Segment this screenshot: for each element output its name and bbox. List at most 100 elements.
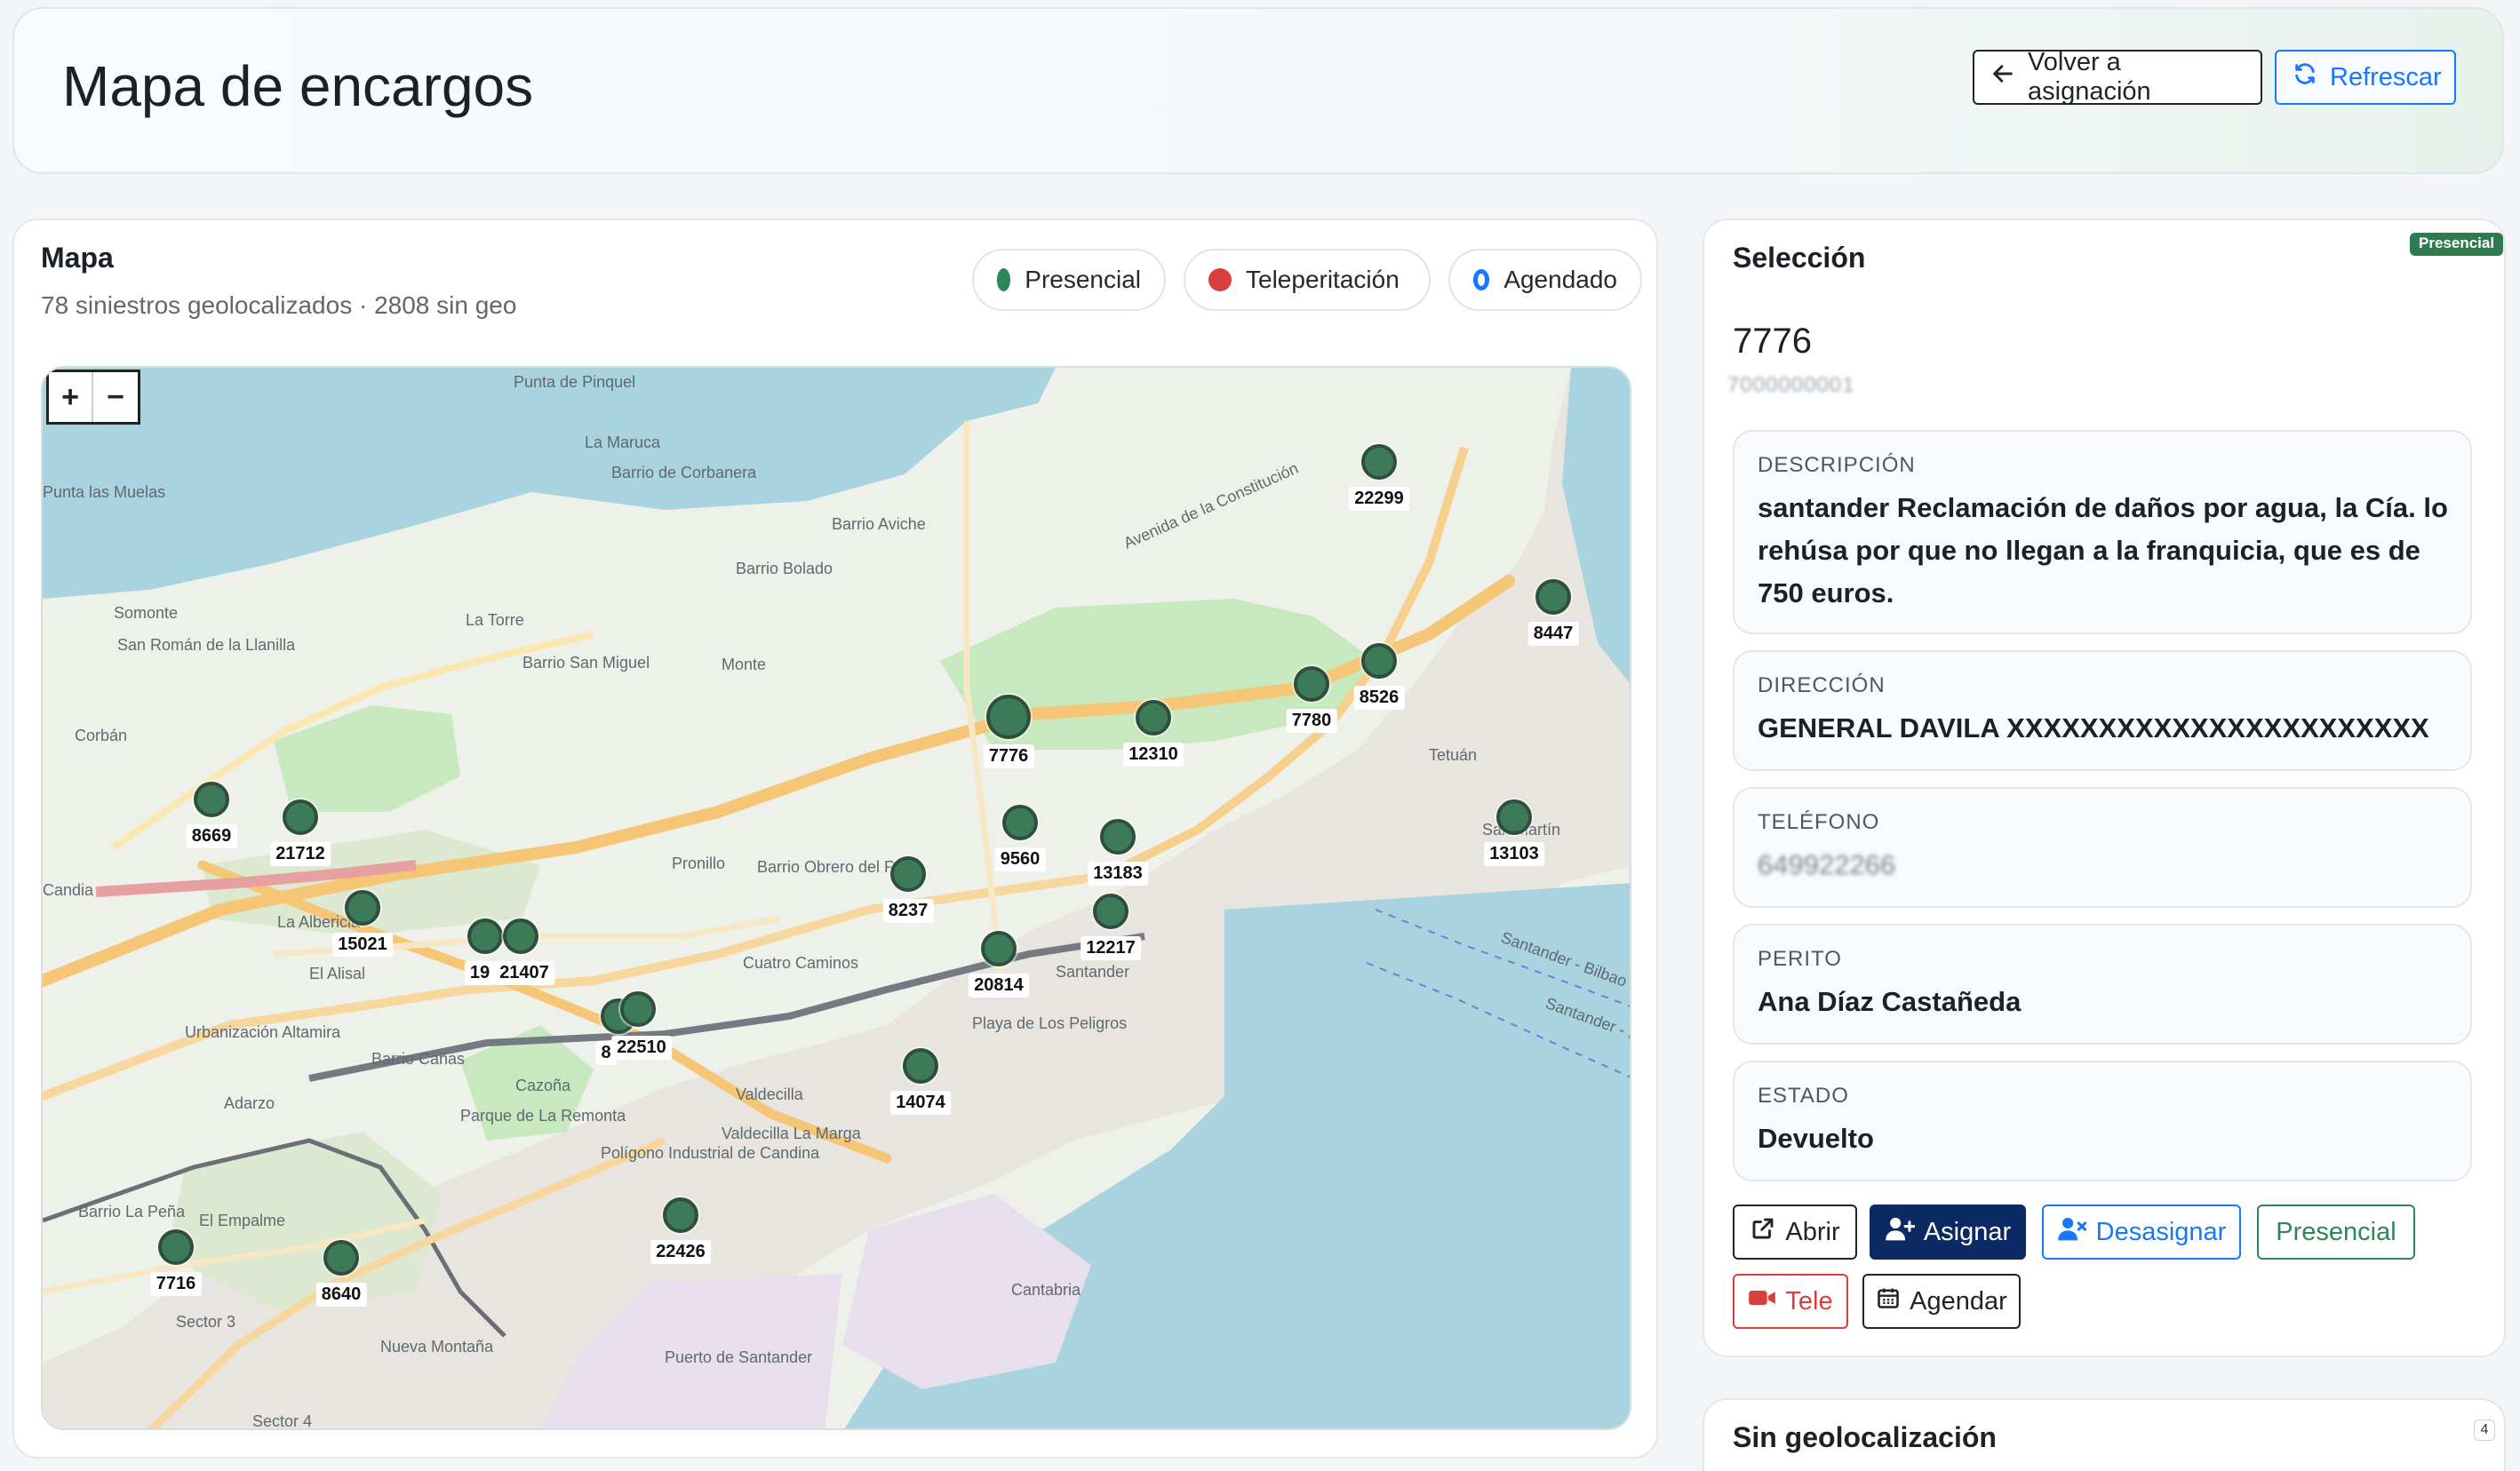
map-view[interactable]: Punta de Pinquel La Maruca Barrio de Cor… <box>41 366 1631 1430</box>
open-button-label: Abrir <box>1785 1217 1840 1246</box>
map-marker-8640[interactable] <box>323 1240 359 1276</box>
map-place-label: Monte <box>722 656 766 673</box>
map-place-label: Somonte <box>114 604 178 622</box>
map-marker-22299[interactable] <box>1361 444 1397 480</box>
unassign-button-label: Desasignar <box>2095 1217 2227 1246</box>
map-marker-22426[interactable] <box>663 1197 698 1233</box>
map-tiles[interactable]: Punta de Pinquel La Maruca Barrio de Cor… <box>43 368 1631 1430</box>
description-label: DESCRIPCIÓN <box>1758 453 1916 477</box>
map-marker-label: 7716 <box>150 1272 202 1296</box>
address-value: GENERAL DAVILA XXXXXXXXXXXXXXXXXXXXXXX <box>1758 712 2429 743</box>
selection-card: Selección Presencial 7776 7000000001 DES… <box>1703 219 2506 1357</box>
presencial-button[interactable]: Presencial <box>2257 1205 2415 1260</box>
no-geolocation-title: Sin geolocalización <box>1733 1421 1997 1453</box>
map-marker-8526[interactable] <box>1361 643 1397 679</box>
legend-agendado: Agendado <box>1448 249 1642 311</box>
schedule-button[interactable]: Agendar <box>1862 1274 2021 1329</box>
map-marker-7716[interactable] <box>158 1229 194 1265</box>
map-place-label: Barrio Bolado <box>736 560 833 577</box>
map-place-label: San Román de la Llanilla <box>117 636 296 654</box>
zoom-in-button[interactable]: + <box>49 372 93 422</box>
tele-button[interactable]: Tele <box>1733 1274 1848 1329</box>
map-marker-20814[interactable] <box>981 931 1017 966</box>
map-marker-label: 13183 <box>1088 862 1148 886</box>
map-marker-15021[interactable] <box>345 890 380 926</box>
map-place-label: Puerto de Santander <box>665 1348 812 1366</box>
map-marker-label: 14074 <box>890 1091 951 1115</box>
zoom-out-button[interactable]: − <box>93 372 138 422</box>
expert-value: Ana Díaz Castañeda <box>1758 986 2022 1017</box>
map-marker-label: 15021 <box>332 933 393 957</box>
map-place-label: Barrio Obrero del Rey <box>757 858 913 876</box>
map-marker-label: 7780 <box>1286 709 1337 733</box>
map-marker-12310[interactable] <box>1136 700 1171 736</box>
map-place-label: Barrio de Corbanera <box>611 464 757 481</box>
map-marker-13103[interactable] <box>1496 799 1532 835</box>
map-marker-8237[interactable] <box>890 856 926 892</box>
map-place-label: La Maruca <box>585 433 661 451</box>
open-button[interactable]: Abrir <box>1733 1205 1857 1260</box>
assign-button[interactable]: Asignar <box>1870 1205 2026 1260</box>
map-marker-label: 21712 <box>270 842 331 866</box>
legend-agendado-label: Agendado <box>1503 266 1617 293</box>
map-place-label: El Alisal <box>309 965 365 982</box>
selection-type-badge: Presencial <box>2410 233 2504 256</box>
teleperitacion-dot-icon <box>1208 268 1232 291</box>
map-marker-22510[interactable] <box>620 991 656 1027</box>
map-marker-14074[interactable] <box>903 1048 938 1084</box>
external-link-icon <box>1750 1215 1776 1249</box>
unassign-button[interactable]: Desasignar <box>2042 1205 2241 1260</box>
legend-teleperitacion-label: Teleperitación <box>1246 266 1400 293</box>
map-marker-7776[interactable] <box>986 695 1031 739</box>
status-label: ESTADO <box>1758 1084 1849 1108</box>
map-place-label: Valdecilla La Marga <box>722 1125 862 1142</box>
map-marker-8447[interactable] <box>1535 579 1571 615</box>
phone-field: TELÉFONO 649922266 <box>1733 787 2472 908</box>
back-to-assignment-button[interactable]: Volver a asignación <box>1973 48 2262 106</box>
refresh-button[interactable]: Refrescar <box>2275 50 2456 105</box>
map-place-label: Sector 3 <box>176 1313 235 1331</box>
map-place-label: Polígono Industrial de Candina <box>601 1144 820 1162</box>
map-marker-label: 8640 <box>315 1283 367 1307</box>
map-card-title: Mapa <box>41 242 114 274</box>
arrow-left-icon <box>1990 61 2015 93</box>
page-title: Mapa de encargos <box>62 54 534 118</box>
legend-teleperitacion: Teleperitación <box>1184 249 1431 311</box>
map-place-label: Punta las Muelas <box>43 483 165 501</box>
map-marker-7780[interactable] <box>1294 666 1329 702</box>
map-place-label: Pronillo <box>672 855 725 872</box>
map-place-label: Cantabria <box>1011 1281 1081 1299</box>
map-place-label: Urbanización Altamira <box>185 1023 341 1041</box>
map-marker-label: 22510 <box>611 1036 672 1060</box>
map-marker-8669[interactable] <box>194 782 229 817</box>
map-marker-19[interactable] <box>467 918 503 954</box>
expert-field: PERITO Ana Díaz Castañeda <box>1733 924 2472 1045</box>
map-place-label: Cazoña <box>515 1077 571 1094</box>
map-place-label: Adarzo <box>224 1094 275 1112</box>
status-value: Devuelto <box>1758 1123 1874 1154</box>
map-marker-9560[interactable] <box>1002 805 1038 840</box>
map-place-label: Santander <box>1056 963 1129 981</box>
no-geolocation-card: Sin geolocalización 4 <box>1703 1398 2506 1471</box>
map-marker-21712[interactable] <box>283 799 318 835</box>
map-place-label: Punta de Pinquel <box>514 373 635 391</box>
page-header: Mapa de encargos Volver a asignación Ref… <box>12 7 2504 174</box>
presencial-button-label: Presencial <box>2276 1217 2396 1246</box>
description-value: santander Reclamación de daños por agua,… <box>1758 492 2448 608</box>
selected-claim-code: 7000000001 <box>1727 373 1855 397</box>
map-marker-13183[interactable] <box>1100 819 1136 855</box>
map-marker-label: 9560 <box>994 847 1046 871</box>
map-place-label: Corbán <box>75 727 127 744</box>
map-marker-21407[interactable] <box>503 918 538 954</box>
map-marker-label: 12310 <box>1123 743 1184 767</box>
map-marker-12217[interactable] <box>1093 894 1128 929</box>
map-marker-label: 19 <box>464 961 496 985</box>
map-marker-label: 22426 <box>650 1240 711 1264</box>
address-field: DIRECCIÓN GENERAL DAVILA XXXXXXXXXXXXXXX… <box>1733 650 2472 771</box>
map-marker-label: 8669 <box>186 824 237 848</box>
map-place-label: Tetuán <box>1429 746 1477 764</box>
video-camera-icon <box>1748 1286 1776 1316</box>
selection-title: Selección <box>1733 242 1866 274</box>
agendado-dot-icon <box>1473 269 1490 290</box>
user-remove-icon <box>2057 1215 2087 1249</box>
